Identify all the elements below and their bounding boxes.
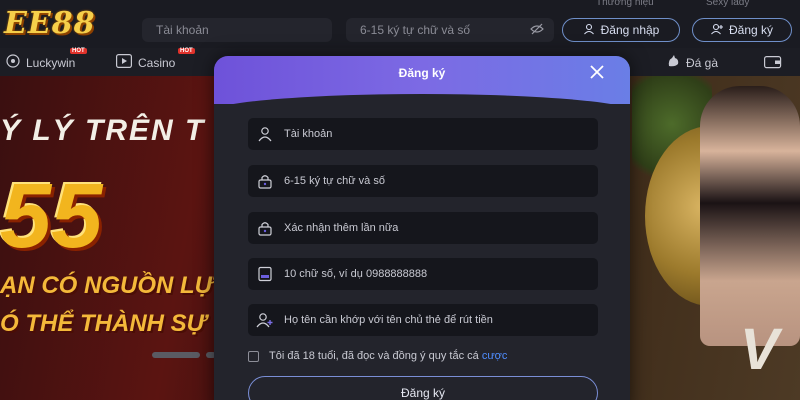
header-password-input[interactable]: 6-15 ký tự chữ và số: [346, 18, 554, 42]
nav-item-casino[interactable]: Casino HOT: [116, 48, 195, 71]
soccer-ball-icon: [6, 54, 20, 71]
username-input[interactable]: [284, 128, 584, 140]
wallet-icon[interactable]: [764, 55, 782, 74]
login-button[interactable]: Đăng nhập: [562, 18, 680, 42]
top-header: EE88 Thương hiệu Sexy lady Tài khoản 6-1…: [0, 0, 800, 48]
play-icon: [116, 54, 133, 71]
carousel-dot-active[interactable]: [152, 352, 200, 358]
user-icon: [256, 125, 274, 143]
hot-badge: HOT: [70, 48, 87, 54]
eye-slash-icon[interactable]: [530, 22, 544, 39]
submit-register-button[interactable]: Đăng ký: [248, 376, 598, 400]
banner-big-number: 55: [0, 165, 103, 267]
banner-right-logo: V: [740, 317, 779, 382]
hot-badge: HOT: [178, 48, 195, 54]
banner-headline: Ý LÝ TRÊN T: [0, 114, 206, 147]
lock-icon: [256, 219, 274, 237]
register-modal: Đăng ký Tôi đã 18 tuổi,: [214, 56, 630, 400]
terms-checkbox[interactable]: [248, 350, 259, 362]
password-input[interactable]: [284, 175, 584, 187]
fullname-field[interactable]: [248, 304, 598, 336]
model-image: [700, 86, 800, 346]
rooster-icon: [666, 54, 680, 71]
terms-link[interactable]: cược: [482, 350, 508, 362]
brand-logo[interactable]: EE88: [4, 6, 95, 41]
phone-icon: [256, 265, 274, 283]
top-hint-sexy-lady[interactable]: Sexy lady: [706, 0, 749, 8]
user-add-icon: [711, 23, 723, 38]
header-username-input[interactable]: Tài khoản: [142, 18, 332, 42]
modal-header: [214, 56, 630, 114]
user-icon: [583, 23, 595, 38]
terms-agreement: Tôi đã 18 tuổi, đã đọc và đồng ý quy tắc…: [248, 350, 507, 362]
confirm-password-field[interactable]: [248, 212, 598, 244]
register-button[interactable]: Đăng ký: [692, 18, 792, 42]
fullname-input[interactable]: [284, 314, 584, 326]
nav-item-da-ga[interactable]: Đá gà: [666, 54, 718, 71]
banner-tagline-2: Ó THỂ THÀNH SỰ: [0, 310, 207, 337]
close-icon[interactable]: [586, 62, 608, 84]
terms-text: Tôi đã 18 tuổi, đã đọc và đồng ý quy tắc…: [269, 350, 479, 362]
lock-icon: [256, 172, 274, 190]
nav-item-luckywin[interactable]: Luckywin HOT: [6, 48, 87, 71]
password-field[interactable]: [248, 165, 598, 197]
username-field[interactable]: [248, 118, 598, 150]
user-add-icon: [256, 311, 274, 329]
confirm-password-input[interactable]: [284, 222, 584, 234]
top-hint-brand[interactable]: Thương hiệu: [596, 0, 654, 8]
phone-input[interactable]: [284, 268, 584, 280]
phone-field[interactable]: [248, 258, 598, 290]
modal-title: Đăng ký: [398, 66, 446, 80]
